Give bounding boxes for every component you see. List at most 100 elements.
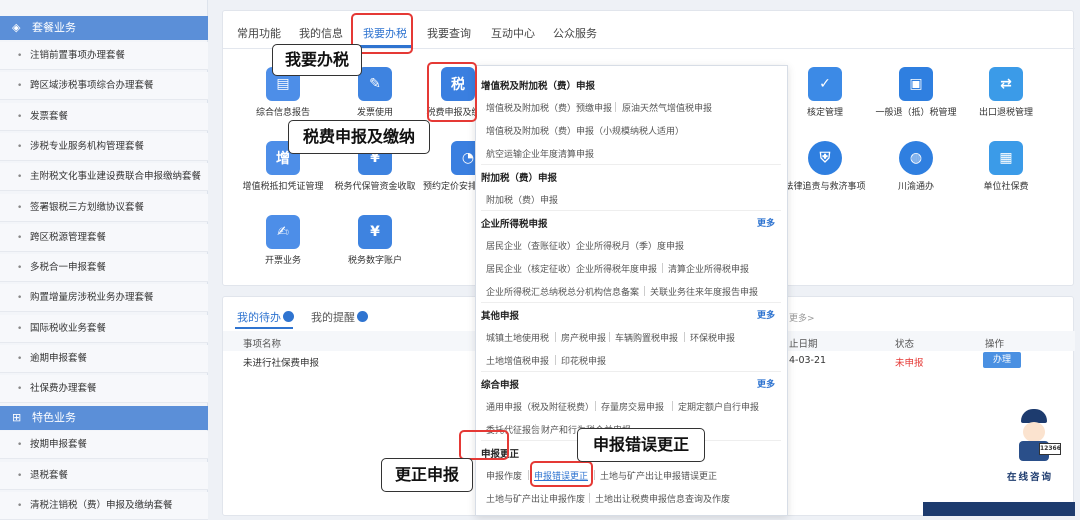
social-security-icon: ▦ xyxy=(989,141,1023,175)
menu-land-use-tax[interactable]: 城镇土地使用税 xyxy=(486,331,549,344)
service-label: 税务代保管资金收取 xyxy=(334,182,416,192)
group-comprehensive-more[interactable]: 更多 xyxy=(757,377,775,390)
service-label: 核定管理 xyxy=(806,108,843,118)
tab-todo[interactable]: 我的待办 xyxy=(237,309,294,325)
service-label: 开票业务 xyxy=(264,256,301,266)
tab-reminder[interactable]: 我的提醒 xyxy=(311,309,368,325)
highlight-group-correction xyxy=(459,430,509,460)
group-comprehensive-title: 综合申报 xyxy=(481,380,520,391)
menu-aviation-settlement[interactable]: 航空运输企业年度清算申报 xyxy=(486,147,594,160)
callout-tax-declare: 税费申报及缴纳 xyxy=(288,120,430,154)
sidebar-item-package-6[interactable]: 跨区税源管理套餐 xyxy=(0,223,208,252)
menu-env-tax[interactable]: 环保税申报 xyxy=(690,331,735,344)
highlight-service-tax-declare xyxy=(427,62,477,122)
menu-cit-annual[interactable]: 居民企业（核定征收）企业所得税年度申报 xyxy=(486,262,657,275)
highlight-menu-correction xyxy=(530,461,593,487)
globe-icon: ◍ xyxy=(899,141,933,175)
menu-stamp-tax[interactable]: 印花税申报 xyxy=(561,354,606,367)
menu-cit-consolidated[interactable]: 企业所得税汇总纳税总分机构信息备案 xyxy=(486,285,639,298)
sidebar-item-package-8[interactable]: 购置增量房涉税业务办理套餐 xyxy=(0,284,208,313)
sidebar-item-package-3[interactable]: 涉税专业服务机构管理套餐 xyxy=(0,132,208,161)
sidebar-item-package-1[interactable]: 跨区域涉税事项综合办理套餐 xyxy=(0,72,208,101)
assistant-label[interactable]: 在线咨询 xyxy=(1007,469,1053,483)
tab-query[interactable]: 我要查询 xyxy=(427,25,471,41)
service-invoicing[interactable]: ✍ 开票业务 xyxy=(238,215,328,267)
sidebar: ◈ 套餐业务 注销前置事项办理套餐跨区域涉税事项综合办理套餐发票套餐涉税专业服务… xyxy=(0,0,208,520)
group-cit-title: 企业所得税申报 xyxy=(481,219,548,230)
group-vat-title: 增值税及附加税（费）申报 xyxy=(481,81,596,92)
divider xyxy=(481,210,781,211)
handle-button[interactable]: 办理 xyxy=(983,352,1021,368)
menu-fixed-quota[interactable]: 定期定额户自行申报 xyxy=(678,400,759,413)
menu-vehicle-tax[interactable]: 车辆购置税申报 xyxy=(615,331,678,344)
tab-public-service[interactable]: 公众服务 xyxy=(553,25,597,41)
service-chuanyu[interactable]: ◍ 川渝通办 xyxy=(871,141,961,193)
sidebar-item-package-5[interactable]: 签署银税三方划缴协议套餐 xyxy=(0,193,208,222)
sidebar-item-package-4[interactable]: 主附税文化事业建设费联合申报缴纳套餐 xyxy=(0,163,208,192)
section-header-package[interactable]: ◈ 套餐业务 xyxy=(0,16,208,40)
service-export-refund[interactable]: ⇄ 出口退税管理 xyxy=(961,67,1051,119)
group-other-title: 其他申报 xyxy=(481,311,520,322)
menu-land-vat[interactable]: 土地增值税申报 xyxy=(486,354,549,367)
sidebar-item-package-11[interactable]: 社保费办理套餐 xyxy=(0,375,208,404)
reminder-count-badge xyxy=(357,311,368,322)
separator xyxy=(644,286,645,296)
invoicing-icon: ✍ xyxy=(266,215,300,249)
group-cit-more[interactable]: 更多 xyxy=(757,216,775,229)
assistant-cap xyxy=(1021,409,1047,423)
menu-surcharge[interactable]: 附加税（费）申报 xyxy=(486,193,558,206)
tab-common[interactable]: 常用功能 xyxy=(237,25,281,41)
service-label: 发票使用 xyxy=(356,108,393,118)
group-surcharge-title: 附加税（费）申报 xyxy=(481,173,558,184)
sidebar-item-featured-1[interactable]: 退税套餐 xyxy=(0,461,208,490)
assistant-avatar[interactable]: 12366 xyxy=(1009,409,1061,467)
more-link[interactable]: 更多> xyxy=(789,311,815,324)
separator xyxy=(555,332,556,342)
menu-land-mineral-void[interactable]: 土地与矿产出让申报作废 xyxy=(486,492,585,505)
assistant-face xyxy=(1023,422,1045,442)
sidebar-item-package-9[interactable]: 国际税收业务套餐 xyxy=(0,314,208,343)
layers-icon: ◈ xyxy=(12,21,21,34)
service-legal[interactable]: ⛨ 法律追责与救济事项 xyxy=(780,141,870,193)
tab-my-info[interactable]: 我的信息 xyxy=(299,25,343,41)
separator xyxy=(615,102,616,112)
menu-general-declare[interactable]: 通用申报（税及附征税费） xyxy=(486,400,594,413)
refund-icon: ▣ xyxy=(899,67,933,101)
sidebar-item-package-10[interactable]: 逾期申报套餐 xyxy=(0,345,208,373)
sidebar-item-package-0[interactable]: 注销前置事项办理套餐 xyxy=(0,42,208,70)
menu-land-transfer-query[interactable]: 土地出让税费申报信息查询及作废 xyxy=(595,492,730,505)
menu-vat-small-scale[interactable]: 增值税及附加税（费）申报（小规模纳税人适用） xyxy=(486,124,684,137)
menu-related-party[interactable]: 关联业务往来年度报告申报 xyxy=(650,285,758,298)
section-title: 套餐业务 xyxy=(32,21,76,34)
todo-tab-indicator xyxy=(235,327,293,329)
menu-oil-gas-vat[interactable]: 原油天然气增值税申报 xyxy=(622,101,712,114)
row-item: 未进行社保费申报 xyxy=(243,358,320,369)
service-label: 川渝通办 xyxy=(897,182,934,192)
sidebar-item-package-2[interactable]: 发票套餐 xyxy=(0,102,208,131)
sidebar-item-package-7[interactable]: 多税合一申报套餐 xyxy=(0,254,208,283)
menu-vat-prepay[interactable]: 增值税及附加税（费）预缴申报 xyxy=(486,101,612,114)
section-header-featured[interactable]: ⊞ 特色业务 xyxy=(0,406,208,430)
menu-housing-transaction[interactable]: 存量房交易申报 xyxy=(601,400,664,413)
sidebar-item-featured-0[interactable]: 按期申报套餐 xyxy=(0,431,208,459)
service-refund[interactable]: ▣ 一般退（抵）税管理 xyxy=(871,67,961,119)
menu-cit-liquidation[interactable]: 清算企业所得税申报 xyxy=(668,262,749,275)
col-status: 状态 xyxy=(895,339,915,350)
separator xyxy=(528,470,529,480)
group-other-more[interactable]: 更多 xyxy=(757,308,775,321)
callout-correction: 申报错误更正 xyxy=(577,428,705,462)
tab-interaction[interactable]: 互动中心 xyxy=(491,25,535,41)
service-verify[interactable]: ✓ 核定管理 xyxy=(780,67,870,119)
digital-account-icon: ¥ xyxy=(358,215,392,249)
service-social-security[interactable]: ▦ 单位社保费 xyxy=(961,141,1051,193)
service-label: 出口退税管理 xyxy=(978,108,1033,118)
invoice-icon: ✎ xyxy=(358,67,392,101)
assistant-badge: 12366 xyxy=(1039,443,1061,455)
service-digital-account[interactable]: ¥ 税务数字账户 xyxy=(330,215,420,267)
menu-land-mineral-correction[interactable]: 土地与矿产出让申报错误更正 xyxy=(600,469,717,482)
menu-cit-quarterly[interactable]: 居民企业（查账征收）企业所得税月（季）度申报 xyxy=(486,239,684,252)
separator xyxy=(684,332,685,342)
menu-property-tax[interactable]: 房产税申报 xyxy=(561,331,606,344)
divider xyxy=(481,302,781,303)
menu-declare-void[interactable]: 申报作废 xyxy=(486,469,522,482)
